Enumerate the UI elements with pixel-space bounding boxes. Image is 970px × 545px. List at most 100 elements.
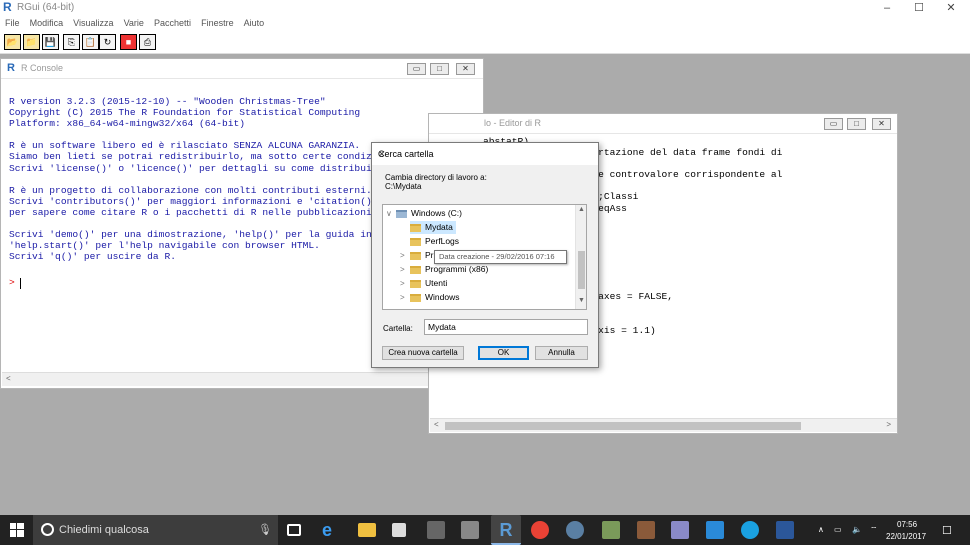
console-line: Platform: x86_64-w64-mingw32/x64 (64-bit…	[9, 118, 246, 130]
new-folder-button[interactable]: Crea nuova cartella	[382, 346, 464, 360]
editor-maximize-button[interactable]: □	[847, 118, 866, 130]
scroll-down-icon[interactable]: ▼	[578, 297, 585, 304]
taskbar: Chiedimi qualcosa 🎙 e R ∧ ▭ 🔈 ⌔ 07:56 22…	[0, 515, 970, 545]
chrome-icon[interactable]	[531, 521, 549, 539]
console-line: R è un software libero ed è rilasciato S…	[9, 140, 361, 152]
tree-item-drive[interactable]: ∨ Windows (C:)	[386, 207, 462, 220]
console-line: Siamo ben lieti se potrai redistribuirlo…	[9, 151, 378, 163]
app-icon[interactable]	[671, 521, 689, 539]
network-icon[interactable]: ⌔	[870, 525, 878, 535]
menu-aiuto[interactable]: Aiuto	[244, 16, 265, 30]
collapse-icon[interactable]: ∨	[386, 207, 396, 220]
close-button[interactable]: ✕	[934, 0, 968, 16]
menu-file[interactable]: File	[5, 16, 20, 30]
menu-pacchetti[interactable]: Pacchetti	[154, 16, 191, 30]
maximize-button[interactable]: ☐	[902, 0, 936, 16]
cancel-button[interactable]: Annulla	[535, 346, 588, 360]
menu-modifica[interactable]: Modifica	[30, 16, 64, 30]
console-title: R Console	[21, 63, 64, 73]
app-icon[interactable]	[566, 521, 584, 539]
paste-icon[interactable]: 📋	[82, 34, 99, 50]
console-line: Scrivi 'license()' o 'licence()' per det…	[9, 162, 372, 174]
start-windows-icon[interactable]	[10, 523, 24, 537]
tree-vscrollbar[interactable]: ▲ ▼	[575, 205, 586, 309]
rgui-taskbar-icon[interactable]: R	[491, 515, 521, 545]
print-icon[interactable]: ⎙	[139, 34, 156, 50]
menu-finestre[interactable]: Finestre	[201, 16, 234, 30]
app-icon[interactable]	[706, 521, 724, 539]
edge-icon[interactable]: e	[322, 521, 340, 539]
folder-icon	[410, 251, 421, 260]
app-icon[interactable]	[602, 521, 620, 539]
editor-titlebar: lo - Editor di R ▭ □ ✕	[429, 114, 897, 134]
menu-visualizza[interactable]: Visualizza	[73, 16, 113, 30]
tray-chevron-icon[interactable]: ∧	[818, 525, 824, 534]
tree-item-windows[interactable]: > Windows	[400, 291, 459, 304]
editor-close-button[interactable]: ✕	[872, 118, 891, 130]
folder-name-input[interactable]: Mydata	[424, 319, 588, 335]
scroll-left-icon[interactable]: <	[434, 420, 439, 429]
editor-title: lo - Editor di R	[484, 118, 542, 128]
battery-icon[interactable]: ▭	[834, 525, 842, 534]
scroll-up-icon[interactable]: ▲	[578, 206, 585, 213]
skype-icon[interactable]	[741, 521, 759, 539]
refresh-icon[interactable]: ↻	[99, 34, 116, 50]
expand-icon[interactable]: >	[400, 263, 410, 276]
store-icon[interactable]	[392, 523, 406, 537]
scroll-left-icon[interactable]: <	[6, 374, 11, 383]
task-view-icon[interactable]	[287, 524, 301, 536]
console-output[interactable]: R version 3.2.3 (2015-12-10) -- "Wooden …	[9, 96, 377, 262]
console-line: Scrivi 'contributors()' per maggiori inf…	[9, 195, 378, 207]
tree-item-programmi[interactable]: > Programmi (x86)	[400, 263, 488, 276]
dialog-close-icon[interactable]: ✕	[378, 149, 592, 160]
console-line: 'help.start()' per l'help navigabile con…	[9, 240, 320, 252]
microphone-icon[interactable]: 🎙	[258, 523, 272, 536]
expand-icon[interactable]: >	[400, 277, 410, 290]
tree-item-pr[interactable]: > Pr	[400, 249, 434, 262]
app-icon[interactable]	[637, 521, 655, 539]
volume-icon[interactable]: 🔈	[852, 525, 862, 534]
stop-icon[interactable]: ■	[120, 34, 137, 50]
clock-time[interactable]: 07:56	[897, 520, 917, 529]
clock-date[interactable]: 22/01/2017	[886, 532, 926, 541]
ok-button[interactable]: OK	[478, 346, 529, 360]
folder-icon	[410, 237, 421, 246]
console-line: Copyright (C) 2015 The R Foundation for …	[9, 107, 361, 119]
search-box[interactable]: Chiedimi qualcosa	[33, 515, 278, 545]
dialog-titlebar: Cerca cartella ✕	[372, 143, 598, 165]
app-icon[interactable]	[461, 521, 479, 539]
tree-item-mydata[interactable]: Mydata	[410, 221, 456, 234]
text-cursor	[20, 278, 21, 289]
expand-icon[interactable]: >	[400, 291, 410, 304]
file-explorer-icon[interactable]	[358, 523, 376, 537]
console-line: Scrivi 'q()' per uscire da R.	[9, 251, 176, 263]
app-icon[interactable]	[427, 521, 445, 539]
dialog-path: C:\Mydata	[385, 182, 422, 191]
console-maximize-button[interactable]: □	[430, 63, 449, 75]
copy-icon[interactable]: ⎘	[63, 34, 80, 50]
editor-hscroll-thumb[interactable]	[445, 422, 801, 430]
notification-icon[interactable]: ☐	[942, 524, 952, 537]
open-script-icon[interactable]: 📂	[4, 34, 21, 50]
tree-item-utenti[interactable]: > Utenti	[400, 277, 447, 290]
console-hscrollbar[interactable]: < >	[2, 372, 483, 386]
minimize-button[interactable]: –	[870, 0, 904, 16]
console-minimize-button[interactable]: ▭	[407, 63, 426, 75]
console-prompt[interactable]: >	[9, 277, 15, 288]
word-icon[interactable]	[776, 521, 794, 539]
console-close-button[interactable]: ✕	[456, 63, 475, 75]
load-workspace-icon[interactable]: 📁	[23, 34, 40, 50]
folder-icon	[410, 265, 421, 274]
tree-item-perflogs[interactable]: PerfLogs	[410, 235, 459, 248]
scroll-right-icon[interactable]: >	[886, 420, 891, 429]
folder-icon	[410, 223, 421, 232]
menu-varie[interactable]: Varie	[124, 16, 144, 30]
editor-hscrollbar[interactable]: < >	[430, 418, 897, 432]
tree-scroll-thumb[interactable]	[578, 251, 585, 289]
editor-minimize-button[interactable]: ▭	[824, 118, 843, 130]
save-workspace-icon[interactable]: 💾	[42, 34, 59, 50]
folder-label: Cartella:	[383, 324, 413, 333]
expand-icon[interactable]: >	[400, 249, 410, 262]
folder-icon	[410, 279, 421, 288]
